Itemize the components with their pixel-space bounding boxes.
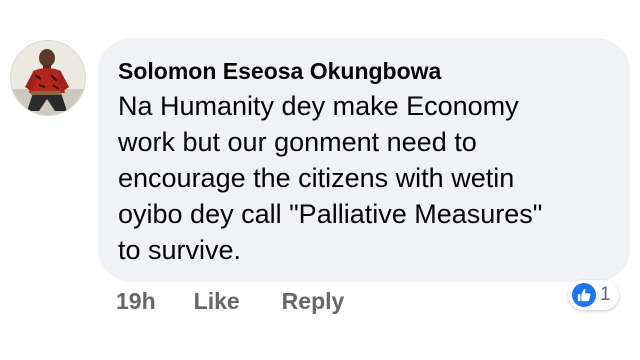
thumbs-up-icon	[572, 283, 596, 307]
comment-text-line: oyibo dey call "Palliative Measures"	[118, 199, 543, 229]
comment-text-line: work but our gonment need to	[118, 127, 477, 157]
comment-text-line: to survive.	[118, 235, 242, 265]
comment: Solomon Eseosa Okungbowa Na Humanity dey…	[0, 0, 640, 360]
comment-bubble: Solomon Eseosa Okungbowa Na Humanity dey…	[98, 38, 630, 282]
avatar[interactable]	[10, 40, 86, 116]
comment-actions: 19h Like Reply	[116, 288, 344, 315]
reaction-summary[interactable]: 1	[568, 280, 619, 310]
like-button[interactable]: Like	[194, 288, 240, 315]
timestamp[interactable]: 19h	[116, 288, 156, 315]
comment-text: Na Humanity dey make Economy work but ou…	[118, 88, 598, 268]
avatar-photo	[11, 41, 85, 115]
reply-button[interactable]: Reply	[282, 288, 345, 315]
author-name[interactable]: Solomon Eseosa Okungbowa	[118, 56, 610, 86]
reaction-count: 1	[600, 284, 611, 305]
comment-text-line: Na Humanity dey make Economy	[118, 91, 519, 121]
comment-text-line: encourage the citizens with wetin	[118, 163, 515, 193]
